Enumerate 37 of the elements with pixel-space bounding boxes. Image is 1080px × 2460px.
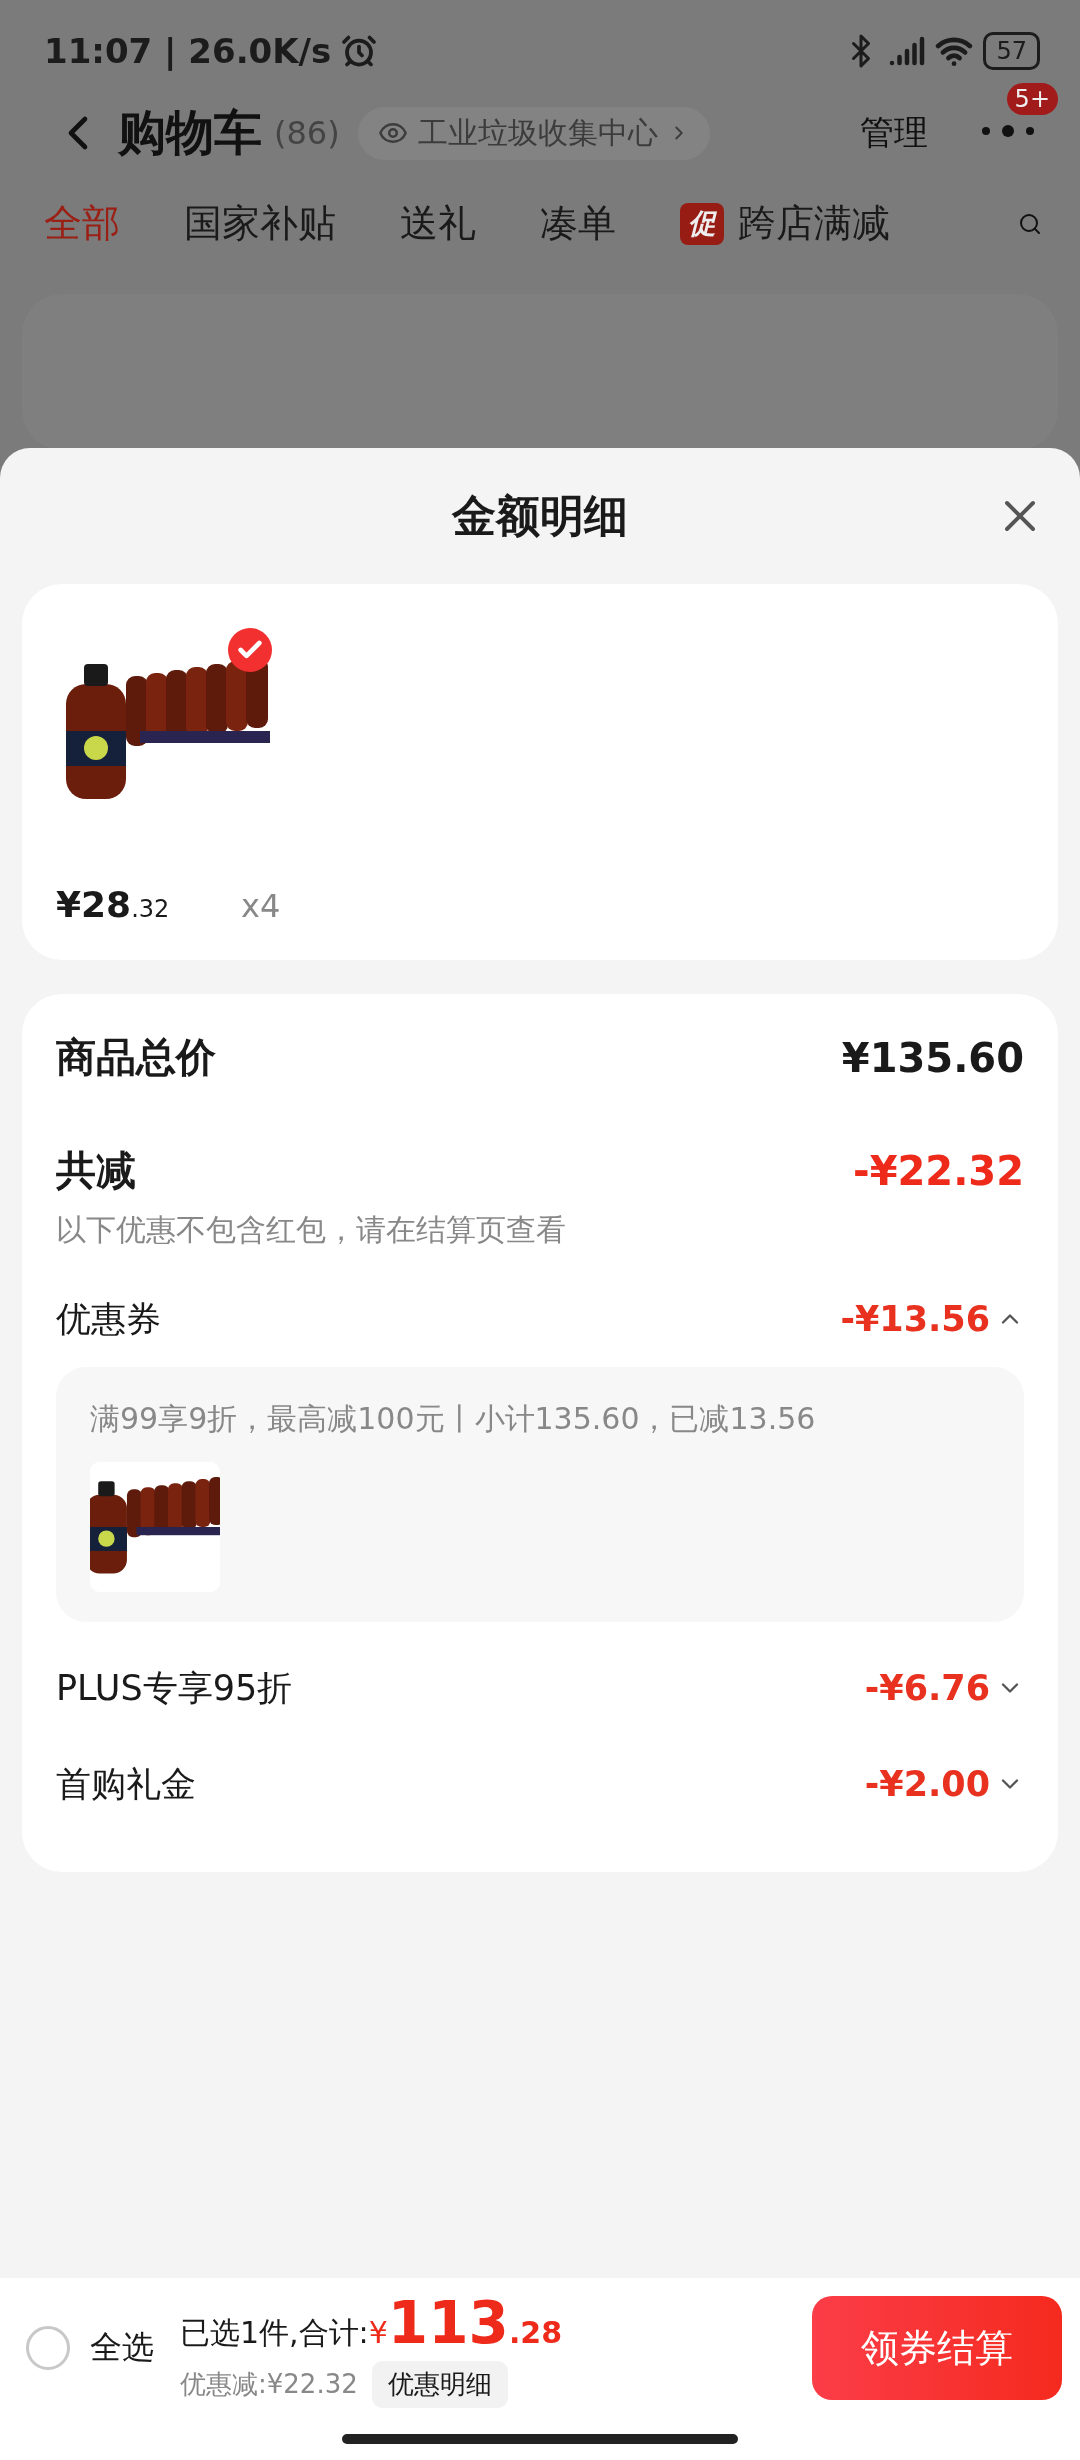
total-label: 商品总价 bbox=[56, 1033, 216, 1082]
category-tab[interactable]: 促 跨店满减 bbox=[680, 198, 890, 250]
discount-label: 首购礼金 bbox=[56, 1762, 196, 1806]
discount-label: 优惠券 bbox=[56, 1297, 161, 1341]
total-value: ¥135.60 bbox=[841, 1034, 1024, 1081]
reduction-label: 共减 bbox=[56, 1146, 136, 1195]
discount-toggle[interactable]: -¥6.76 bbox=[864, 1668, 1024, 1708]
promo-tag: 促 bbox=[680, 202, 724, 245]
tab-label: 跨店满减 bbox=[738, 200, 890, 248]
reduction-note: 以下优惠不包含红包，请在结算页查看 bbox=[56, 1211, 567, 1249]
reduction-value: -¥22.32 bbox=[853, 1147, 1024, 1194]
category-tab[interactable]: 国家补贴 bbox=[184, 198, 336, 250]
select-all-label[interactable]: 全选 bbox=[90, 2326, 154, 2370]
manage-button[interactable]: 管理 bbox=[860, 110, 928, 157]
address-text: 工业垃圾收集中心 bbox=[417, 113, 658, 152]
saved-amount: 优惠减:¥22.32 bbox=[180, 2367, 358, 2401]
discount-toggle[interactable]: -¥2.00 bbox=[864, 1764, 1024, 1804]
page-title: 购物车 bbox=[118, 103, 262, 163]
category-tab[interactable]: 凑单 bbox=[540, 198, 616, 250]
address-chip[interactable]: 工业垃圾收集中心 bbox=[357, 106, 710, 160]
notification-badge: 5+ bbox=[1006, 83, 1058, 116]
checkout-button[interactable]: 领券结算 bbox=[812, 2296, 1062, 2400]
discount-detail-button[interactable]: 优惠明细 bbox=[371, 2360, 508, 2408]
discount-toggle[interactable]: -¥13.56 bbox=[840, 1299, 1024, 1339]
product-price: ¥28.32 bbox=[56, 884, 171, 925]
select-all-radio[interactable] bbox=[26, 2326, 70, 2370]
item-count: (86) bbox=[274, 114, 340, 153]
discount-label: PLUS专享95折 bbox=[56, 1666, 293, 1710]
total-amount: ¥113.28 bbox=[368, 2288, 563, 2357]
selection-summary: 已选1件,合计: bbox=[180, 2313, 369, 2352]
coupon-detail: 满99享9折，最高减100元丨小计135.60，已减13.56 bbox=[90, 1400, 817, 1438]
more-icon[interactable] bbox=[980, 123, 1036, 140]
battery-icon: 57 bbox=[983, 31, 1040, 70]
sheet-title: 金额明细 bbox=[452, 488, 628, 543]
category-tab[interactable]: 送礼 bbox=[400, 198, 476, 250]
product-quantity: x4 bbox=[241, 887, 281, 925]
status-time: 11:07 | 26.0K/s bbox=[44, 30, 332, 71]
